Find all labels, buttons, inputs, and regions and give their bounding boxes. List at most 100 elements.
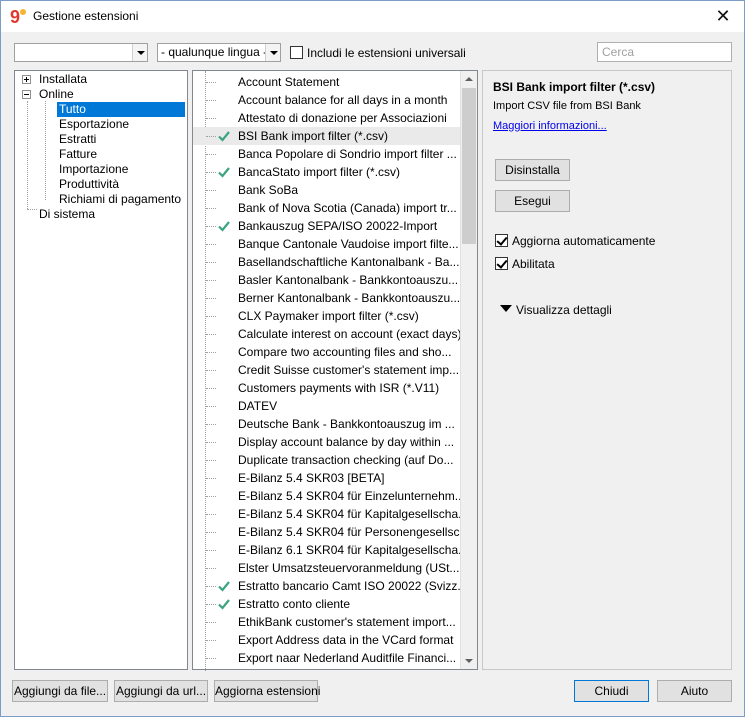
extension-list-item[interactable]: EthikBank customer's statement import... [193,613,461,631]
uninstall-button[interactable]: Disinstalla [495,159,570,181]
extension-list-item[interactable]: Compare two accounting files and sho... [193,343,461,361]
extension-title: BSI Bank import filter (*.csv) [493,80,656,94]
extension-label: Export Address data in the VCard format [238,633,454,647]
extension-list-item[interactable]: E-Bilanz 5.4 SKR03 [BETA] [193,469,461,487]
extension-list-item[interactable]: BSI Bank import filter (*.csv) [193,127,461,145]
extension-list-item[interactable]: E-Bilanz 5.4 SKR04 für Kapitalgesellscha… [193,505,461,523]
tree-guide-line [206,334,216,335]
close-icon[interactable]: ✕ [712,5,734,27]
extension-list-item[interactable]: Elster Umsatzsteuervoranmeldung (USt... [193,559,461,577]
tree-guide-line [206,226,216,227]
extension-label: Attestato di donazione per Associazioni [238,111,447,125]
search-input[interactable]: Cerca [597,42,732,62]
extension-label: Account balance for all days in a month [238,93,448,107]
tree-guide-line [45,101,46,200]
run-button[interactable]: Esegui [495,190,570,212]
universal-extensions-checkbox[interactable] [290,46,303,59]
extension-list-item[interactable]: Credit Suisse customer's statement imp..… [193,361,461,379]
extension-list-item[interactable]: Bank SoBa [193,181,461,199]
extension-list-item[interactable]: Basler Kantonalbank - Bankkontoauszu... [193,271,461,289]
extension-list-item[interactable]: Display account balance by day within ..… [193,433,461,451]
chevron-down-icon [132,44,147,61]
tree-guide-line [206,514,216,515]
extension-list-item[interactable]: Basellandschaftliche Kantonalbank - Ba..… [193,253,461,271]
tree-guide-line [206,82,216,83]
extension-list-item[interactable]: Bankauszug SEPA/ISO 20022-Import [193,217,461,235]
tree-guide-line [206,262,216,263]
tree-item-importazione[interactable]: Importazione [59,162,128,177]
enabled-checkbox[interactable] [495,257,508,270]
extension-list-item[interactable]: Berner Kantonalbank - Bankkontoauszu... [193,289,461,307]
tree-item-tutto[interactable]: Tutto [57,102,185,117]
tree-item-fatture[interactable]: Fatture [59,147,97,162]
extension-label: Basellandschaftliche Kantonalbank - Ba..… [238,255,460,269]
extension-list-item[interactable]: BancaStato import filter (*.csv) [193,163,461,181]
tree-guide-line [206,136,216,137]
list-scrollbar[interactable] [460,71,477,669]
enabled-label: Abilitata [512,257,555,271]
installed-check-icon [218,131,230,142]
more-info-link[interactable]: Maggiori informazioni... [493,120,607,132]
extension-list-item[interactable]: Banque Cantonale Vaudoise import filte..… [193,235,461,253]
tree-guide-line [206,388,216,389]
collapse-minus-icon[interactable] [22,90,31,99]
extension-list-item[interactable]: Calculate interest on account (exact day… [193,325,461,343]
installed-check-icon [218,599,230,610]
close-button[interactable]: Chiudi [574,680,649,702]
extension-list-item[interactable]: Account balance for all days in a month [193,91,461,109]
extension-label: Customers payments with ISR (*.V11) [238,381,440,395]
tree-item-di-sistema[interactable]: Di sistema [39,207,95,222]
extension-list-item[interactable]: Customers payments with ISR (*.V11) [193,379,461,397]
add-from-url-button[interactable]: Aggiungi da url... [114,680,208,702]
toolbar: - qualunque lingua - Includi le estensio… [1,32,744,66]
scroll-down-arrow-icon[interactable] [461,652,477,669]
extension-label: Berner Kantonalbank - Bankkontoauszu... [238,291,461,305]
extension-list-item[interactable]: Attestato di donazione per Associazioni [193,109,461,127]
extension-list-item[interactable]: DATEV [193,397,461,415]
extension-list-item[interactable]: Export naar Nederland Auditfile Financi.… [193,649,461,667]
extension-list-item[interactable]: Account Statement [193,73,461,91]
extension-label: Calculate interest on account (exact day… [238,327,461,341]
scroll-up-arrow-icon[interactable] [461,71,477,88]
auto-update-checkbox[interactable] [495,234,508,247]
extension-label: Bank SoBa [238,183,299,197]
extension-label: Estratto bancario Camt ISO 20022 (Svizz.… [238,579,461,593]
extension-list-item[interactable]: Duplicate transaction checking (auf Do..… [193,451,461,469]
universal-extensions-label: Includi le estensioni universali [307,46,466,60]
extension-list-item[interactable]: Export Address data in the VCard format [193,631,461,649]
extension-label: Account Statement [238,75,340,89]
extension-list-item[interactable]: E-Bilanz 6.1 SKR04 für Kapitalgesellscha… [193,541,461,559]
extension-list-item[interactable]: Deutsche Bank - Bankkontoauszug im ... [193,415,461,433]
tree-guide-line [206,550,216,551]
extension-label: E-Bilanz 5.4 SKR04 für Einzelunternehm..… [238,489,461,503]
extension-list-item[interactable]: Bank of Nova Scotia (Canada) import tr..… [193,199,461,217]
update-extensions-button[interactable]: Aggiorna estensioni [214,680,320,702]
tree-item-estratti[interactable]: Estratti [59,132,96,147]
window-title: Gestione estensioni [33,9,139,23]
extension-list-item[interactable]: E-Bilanz 5.4 SKR04 für Einzelunternehm..… [193,487,461,505]
tree-item-produttivita[interactable]: Produttività [59,177,119,192]
details-toggle-label[interactable]: Visualizza dettagli [516,303,612,317]
tree-item-esportazione[interactable]: Esportazione [59,117,129,132]
language-combo[interactable]: - qualunque lingua - [157,43,281,62]
extension-list-item[interactable]: Estratto bancario Camt ISO 20022 (Svizz.… [193,577,461,595]
tree-guide-line [206,604,216,605]
scroll-thumb[interactable] [462,88,476,244]
triangle-down-icon[interactable] [500,305,512,312]
extension-list-item[interactable]: Estratto conto cliente [193,595,461,613]
expand-plus-icon[interactable] [22,75,31,84]
category-combo[interactable] [14,43,148,62]
tree-item-installata[interactable]: Installata [39,72,87,87]
tree-guide-line [27,209,37,210]
extension-list-item[interactable]: CLX Paymaker import filter (*.csv) [193,307,461,325]
extension-list-item[interactable]: Banca Popolare di Sondrio import filter … [193,145,461,163]
extension-list-item[interactable]: E-Bilanz 5.4 SKR04 für Personengesellsc.… [193,523,461,541]
extension-label: Basler Kantonalbank - Bankkontoauszu... [238,273,459,287]
tree-item-online[interactable]: Online [39,87,74,102]
add-from-file-button[interactable]: Aggiungi da file... [12,680,108,702]
help-button[interactable]: Aiuto [657,680,732,702]
extension-label: E-Bilanz 6.1 SKR04 für Kapitalgesellscha… [238,543,461,557]
extension-label: E-Bilanz 5.4 SKR04 für Kapitalgesellscha… [238,507,461,521]
tree-guide-line [206,100,216,101]
tree-item-richiami-di-pagamento[interactable]: Richiami di pagamento [59,192,181,207]
